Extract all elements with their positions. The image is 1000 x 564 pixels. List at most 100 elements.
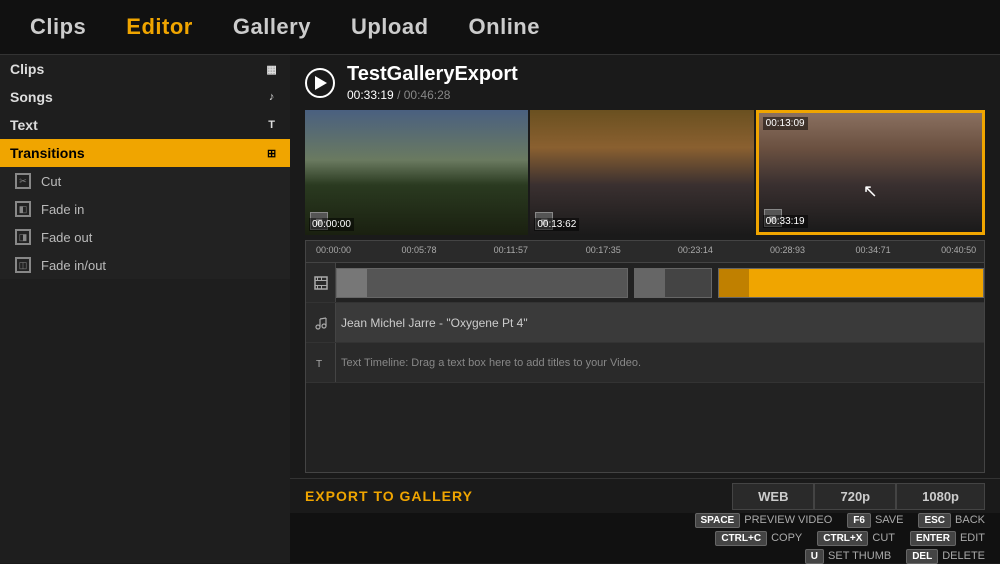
- nav-clips[interactable]: Clips: [30, 14, 86, 40]
- ruler-mark-6: 00:34:71: [856, 245, 891, 255]
- preview-time: 00:33:19 / 00:46:28: [347, 88, 518, 102]
- thumb-1[interactable]: ▦ 00:00:00: [305, 110, 528, 235]
- ruler-mark-0: 00:00:00: [316, 245, 351, 255]
- transition-fade-in[interactable]: ◧ Fade in: [0, 195, 290, 223]
- nav-online[interactable]: Online: [469, 14, 540, 40]
- sidebar-item-transitions[interactable]: Transitions ⊞: [0, 139, 290, 167]
- preview-title: TestGalleryExport: [347, 63, 518, 86]
- hint-setthumb: U SET THUMB: [805, 549, 891, 564]
- music-icon: [314, 316, 328, 330]
- export-options: WEB 720p 1080p: [732, 483, 985, 510]
- hint-delete-label: DELETE: [942, 550, 985, 562]
- nav-gallery[interactable]: Gallery: [233, 14, 311, 40]
- kbd-enter: ENTER: [910, 531, 956, 546]
- thumb-3-time-bottom: 00:33:19: [763, 215, 808, 228]
- text-track-icon: T: [306, 343, 336, 382]
- export-web[interactable]: WEB: [732, 483, 814, 510]
- video-track-icon: [306, 263, 336, 302]
- hint-cut: CTRL+X CUT: [817, 531, 895, 546]
- sidebar-label-clips: Clips: [10, 61, 44, 77]
- export-720p[interactable]: 720p: [814, 483, 896, 510]
- clip-thumb-small-2: [635, 269, 665, 297]
- kbd-f6: F6: [847, 513, 871, 528]
- thumb-3-time-top: 00:13:09: [763, 117, 808, 130]
- top-nav: Clips Editor Gallery Upload Online: [0, 0, 1000, 55]
- songs-icon: ♪: [263, 88, 280, 106]
- ruler-marks: 00:00:00 00:05:78 00:11:57 00:17:35 00:2…: [316, 241, 974, 262]
- export-bar: EXPORT TO GALLERY WEB 720p 1080p: [290, 478, 1000, 513]
- transition-fade-in-out[interactable]: ◫ Fade in/out: [0, 251, 290, 279]
- fade-in-label: Fade in: [41, 202, 84, 217]
- cursor-icon: ↖: [863, 181, 878, 202]
- ruler-mark-2: 00:11:57: [494, 245, 528, 255]
- sidebar-item-text[interactable]: Text T: [0, 111, 290, 139]
- ruler-mark-4: 00:23:14: [678, 245, 713, 255]
- thumb-2-scene: ▦: [530, 110, 753, 235]
- content-area: TestGalleryExport 00:33:19 / 00:46:28 ▦ …: [290, 55, 1000, 563]
- preview-header: TestGalleryExport 00:33:19 / 00:46:28: [290, 55, 1000, 110]
- film-icon: [314, 276, 328, 290]
- fade-in-icon: ◧: [15, 201, 31, 217]
- cut-icon: ✂: [15, 173, 31, 189]
- export-1080p[interactable]: 1080p: [896, 483, 985, 510]
- video-track-content[interactable]: [336, 263, 984, 302]
- transition-cut[interactable]: ✂ Cut: [0, 167, 290, 195]
- total-time: 00:46:28: [404, 88, 451, 102]
- timeline-area: 00:00:00 00:05:78 00:11:57 00:17:35 00:2…: [305, 240, 985, 473]
- sidebar-label-songs: Songs: [10, 89, 53, 105]
- hint-row-2: CTRL+C COPY CTRL+X CUT ENTER EDIT: [305, 531, 985, 546]
- transition-fade-out[interactable]: ◨ Fade out: [0, 223, 290, 251]
- nav-upload[interactable]: Upload: [351, 14, 429, 40]
- text-icon: T: [263, 116, 280, 134]
- sidebar-item-clips[interactable]: Clips ▦: [0, 55, 290, 83]
- video-clip-2[interactable]: [634, 268, 712, 298]
- play-triangle-icon: [315, 76, 327, 90]
- ruler-mark-5: 00:28:93: [770, 245, 805, 255]
- clips-icon: ▦: [263, 60, 280, 78]
- hint-row-3: U SET THUMB DEL DELETE: [305, 549, 985, 564]
- hint-setthumb-label: SET THUMB: [828, 550, 891, 562]
- time-separator: /: [397, 88, 404, 102]
- nav-editor[interactable]: Editor: [126, 14, 193, 40]
- hint-edit-label: EDIT: [960, 532, 985, 544]
- svg-text:T: T: [316, 359, 322, 370]
- thumb-1-scene: ▦: [305, 110, 528, 235]
- video-clip-1[interactable]: [336, 268, 628, 298]
- sidebar-item-songs[interactable]: Songs ♪: [0, 83, 290, 111]
- audio-track-content: Jean Michel Jarre - "Oxygene Pt 4": [336, 303, 984, 342]
- clip-thumb-small-1: [337, 269, 367, 297]
- text-track: T Text Timeline: Drag a text box here to…: [306, 343, 984, 383]
- video-track: [306, 263, 984, 303]
- bottom-hints: SPACE PREVIEW VIDEO F6 SAVE ESC BACK CTR…: [290, 513, 1000, 563]
- thumbnails-row: ▦ 00:00:00 ▦ 00:13:62 ↖ ▦ 00:13:09 00:33…: [290, 110, 1000, 235]
- ruler-mark-1: 00:05:78: [402, 245, 437, 255]
- sidebar-label-text: Text: [10, 117, 38, 133]
- main-layout: Clips ▦ Songs ♪ Text T Transitions ⊞: [0, 55, 1000, 563]
- current-time: 00:33:19: [347, 88, 394, 102]
- kbd-ctrlx: CTRL+X: [817, 531, 868, 546]
- play-button[interactable]: [305, 68, 335, 98]
- export-label: EXPORT TO GALLERY: [305, 488, 473, 504]
- fade-out-label: Fade out: [41, 230, 92, 245]
- kbd-del: DEL: [906, 549, 938, 564]
- preview-info: TestGalleryExport 00:33:19 / 00:46:28: [347, 63, 518, 102]
- kbd-u: U: [805, 549, 824, 564]
- thumb-2[interactable]: ▦ 00:13:62: [530, 110, 753, 235]
- hint-save-label: SAVE: [875, 514, 904, 526]
- video-clip-3[interactable]: [718, 268, 984, 298]
- hint-copy: CTRL+C COPY: [715, 531, 802, 546]
- kbd-space: SPACE: [695, 513, 741, 528]
- audio-track-icon: [306, 303, 336, 342]
- ruler-mark-3: 00:17:35: [586, 245, 621, 255]
- kbd-esc: ESC: [918, 513, 951, 528]
- sidebar: Clips ▦ Songs ♪ Text T Transitions ⊞: [0, 55, 290, 563]
- hint-row-1: SPACE PREVIEW VIDEO F6 SAVE ESC BACK: [305, 513, 985, 528]
- thumb-3[interactable]: ↖ ▦ 00:13:09 00:33:19: [756, 110, 985, 235]
- thumb-1-time: 00:00:00: [309, 218, 354, 231]
- hint-edit: ENTER EDIT: [910, 531, 985, 546]
- hint-cut-label: CUT: [872, 532, 895, 544]
- text-placeholder: Text Timeline: Drag a text box here to a…: [341, 357, 641, 369]
- text-track-content[interactable]: Text Timeline: Drag a text box here to a…: [336, 343, 984, 382]
- transitions-sub-items: ✂ Cut ◧ Fade in ◨ Fade out ◫ Fade in/out: [0, 167, 290, 279]
- sidebar-label-transitions: Transitions: [10, 145, 85, 161]
